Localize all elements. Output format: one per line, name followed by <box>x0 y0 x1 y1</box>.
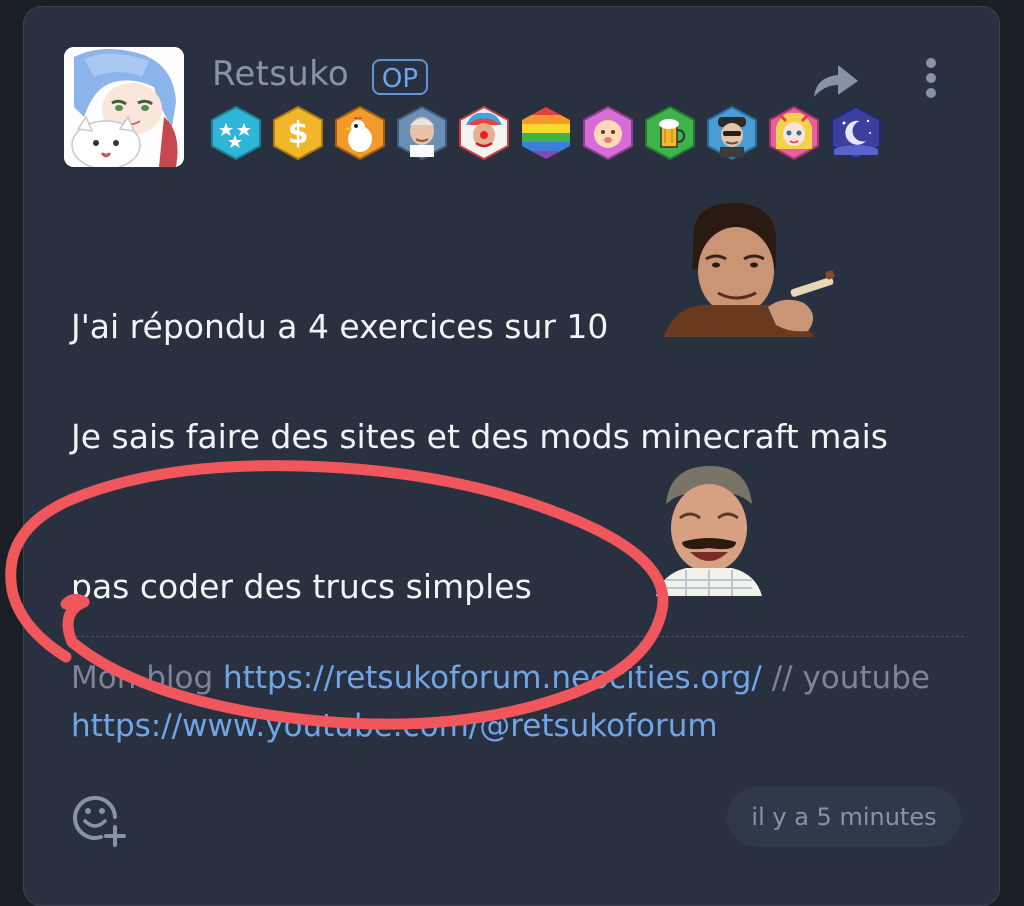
baby-emoji-badge-icon[interactable] <box>582 105 634 161</box>
kebab-menu-icon <box>926 58 936 98</box>
signature-line-1: Mon blog https://retsukoforum.neocities.… <box>71 660 930 696</box>
share-arrow-icon <box>814 65 858 97</box>
post-text-line-3: pas coder des trucs simples <box>71 567 532 606</box>
anime-girl-avatar-icon <box>64 47 184 167</box>
youtube-link[interactable]: https://www.youtube.com/@retsukoforum <box>71 708 718 744</box>
laughing-man-sticker-icon <box>656 466 762 596</box>
add-reaction-icon <box>73 795 126 847</box>
stars-badge-icon[interactable] <box>210 105 262 161</box>
dollar-badge-icon[interactable]: $ <box>272 105 324 161</box>
post-card: Retsuko OP $ J'ai répondu a 4 exercices … <box>23 6 1000 906</box>
anime-girl-badge-icon[interactable] <box>768 105 820 161</box>
op-badge: OP <box>372 59 428 95</box>
more-options-button[interactable] <box>916 55 946 101</box>
timestamp-badge[interactable]: il y a 5 minutes <box>727 787 961 847</box>
svg-text:$: $ <box>288 116 309 151</box>
add-reaction-button[interactable] <box>71 791 129 849</box>
post-text-line-1: J'ai répondu a 4 exercices sur 10 <box>71 307 609 346</box>
clown-badge-icon[interactable] <box>458 105 510 161</box>
signature-divider <box>71 636 964 637</box>
signature-separator: // youtube <box>761 660 930 696</box>
moon-night-badge-icon[interactable] <box>830 105 882 161</box>
man-face-badge-icon[interactable] <box>706 105 758 161</box>
signature-prefix: Mon blog <box>71 660 224 696</box>
blog-link[interactable]: https://retsukoforum.neocities.org/ <box>223 660 762 696</box>
harold-badge-icon[interactable] <box>396 105 448 161</box>
avatar[interactable] <box>64 47 184 167</box>
chicken-badge-icon[interactable] <box>334 105 386 161</box>
post-text-line-2: Je sais faire des sites et des mods mine… <box>71 417 888 456</box>
username[interactable]: Retsuko <box>212 54 349 94</box>
rainbow-badge-icon[interactable] <box>520 105 572 161</box>
smoking-man-sticker-icon <box>664 203 835 337</box>
beer-badge-icon[interactable] <box>644 105 696 161</box>
signature-line-2: https://www.youtube.com/@retsukoforum <box>71 708 718 744</box>
share-button[interactable] <box>810 59 862 101</box>
